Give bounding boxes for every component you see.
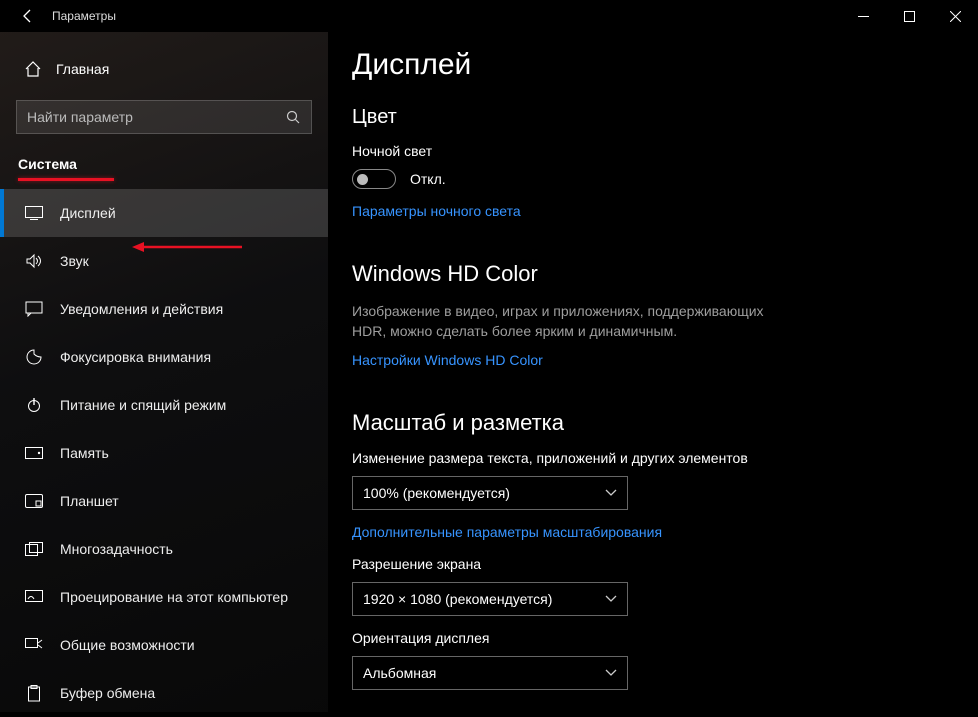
sidebar: Главная Система Дисплей Звук Уведомления…: [0, 32, 328, 712]
close-button[interactable]: [932, 0, 978, 32]
section-scale: Масштаб и разметка: [352, 410, 938, 436]
sidebar-item-notifications[interactable]: Уведомления и действия: [0, 285, 328, 333]
sidebar-item-label: Звук: [60, 253, 89, 269]
sidebar-item-label: Уведомления и действия: [60, 301, 223, 317]
window-title: Параметры: [52, 9, 116, 23]
resolution-label: Разрешение экрана: [352, 556, 938, 572]
sidebar-category: Система: [0, 150, 328, 180]
minimize-icon: [858, 11, 869, 22]
resolution-value: 1920 × 1080 (рекомендуется): [363, 591, 552, 607]
sidebar-item-tablet[interactable]: Планшет: [0, 477, 328, 525]
annotation-underline: [18, 178, 114, 181]
search-input[interactable]: [27, 109, 286, 125]
page-title: Дисплей: [352, 48, 938, 82]
titlebar: Параметры: [0, 0, 978, 32]
sidebar-item-label: Дисплей: [60, 205, 116, 221]
toggle-knob: [357, 174, 368, 185]
search-icon: [286, 110, 301, 125]
sidebar-item-projecting[interactable]: Проецирование на этот компьютер: [0, 573, 328, 621]
sidebar-item-storage[interactable]: Память: [0, 429, 328, 477]
chevron-down-icon: [605, 669, 617, 677]
shared-icon: [24, 638, 44, 652]
sidebar-item-label: Общие возможности: [60, 637, 195, 653]
close-icon: [950, 11, 961, 22]
display-icon: [24, 206, 44, 220]
clipboard-icon: [24, 685, 44, 702]
resolution-select[interactable]: 1920 × 1080 (рекомендуется): [352, 582, 628, 616]
maximize-button[interactable]: [886, 0, 932, 32]
sidebar-item-focus[interactable]: Фокусировка внимания: [0, 333, 328, 381]
back-button[interactable]: [8, 0, 48, 32]
section-color: Цвет: [352, 106, 938, 129]
multitask-icon: [24, 542, 44, 556]
scale-label: Изменение размера текста, приложений и д…: [352, 450, 938, 466]
chevron-down-icon: [605, 489, 617, 497]
advanced-scale-link[interactable]: Дополнительные параметры масштабирования: [352, 524, 662, 540]
sidebar-item-display[interactable]: Дисплей: [0, 189, 328, 237]
sidebar-item-shared[interactable]: Общие возможности: [0, 621, 328, 669]
sidebar-item-label: Многозадачность: [60, 541, 173, 557]
search-box[interactable]: [16, 100, 312, 134]
storage-icon: [24, 447, 44, 459]
sidebar-item-label: Память: [60, 445, 109, 461]
power-icon: [24, 397, 44, 413]
window-controls: [840, 0, 978, 32]
night-light-settings-link[interactable]: Параметры ночного света: [352, 203, 521, 219]
sidebar-item-label: Питание и спящий режим: [60, 397, 226, 413]
hd-color-link[interactable]: Настройки Windows HD Color: [352, 352, 543, 368]
focus-icon: [24, 348, 44, 366]
sidebar-item-label: Фокусировка внимания: [60, 349, 211, 365]
night-light-state: Откл.: [410, 171, 446, 187]
sidebar-item-clipboard[interactable]: Буфер обмена: [0, 669, 328, 717]
orientation-select[interactable]: Альбомная: [352, 656, 628, 690]
sidebar-nav: Дисплей Звук Уведомления и действия Фоку…: [0, 189, 328, 717]
tablet-icon: [24, 494, 44, 508]
content-area: Дисплей Цвет Ночной свет Откл. Параметры…: [328, 32, 978, 712]
section-hd-color: Windows HD Color: [352, 261, 938, 287]
projecting-icon: [24, 590, 44, 604]
maximize-icon: [904, 11, 915, 22]
home-icon: [24, 60, 42, 78]
sidebar-item-label: Буфер обмена: [60, 685, 155, 701]
sidebar-item-multitask[interactable]: Многозадачность: [0, 525, 328, 573]
chevron-down-icon: [605, 595, 617, 603]
sidebar-item-sound[interactable]: Звук: [0, 237, 328, 285]
sound-icon: [24, 253, 44, 269]
hd-color-desc: Изображение в видео, играх и приложениях…: [352, 301, 782, 342]
orientation-value: Альбомная: [363, 665, 436, 681]
orientation-label: Ориентация дисплея: [352, 630, 938, 646]
minimize-button[interactable]: [840, 0, 886, 32]
notifications-icon: [24, 301, 44, 317]
sidebar-item-power[interactable]: Питание и спящий режим: [0, 381, 328, 429]
night-light-toggle[interactable]: [352, 169, 396, 189]
sidebar-home-label: Главная: [56, 61, 109, 77]
scale-select[interactable]: 100% (рекомендуется): [352, 476, 628, 510]
sidebar-item-label: Планшет: [60, 493, 119, 509]
sidebar-home[interactable]: Главная: [0, 50, 328, 88]
scale-value: 100% (рекомендуется): [363, 485, 510, 501]
night-light-label: Ночной свет: [352, 143, 938, 159]
sidebar-item-label: Проецирование на этот компьютер: [60, 589, 288, 605]
arrow-left-icon: [20, 8, 36, 24]
